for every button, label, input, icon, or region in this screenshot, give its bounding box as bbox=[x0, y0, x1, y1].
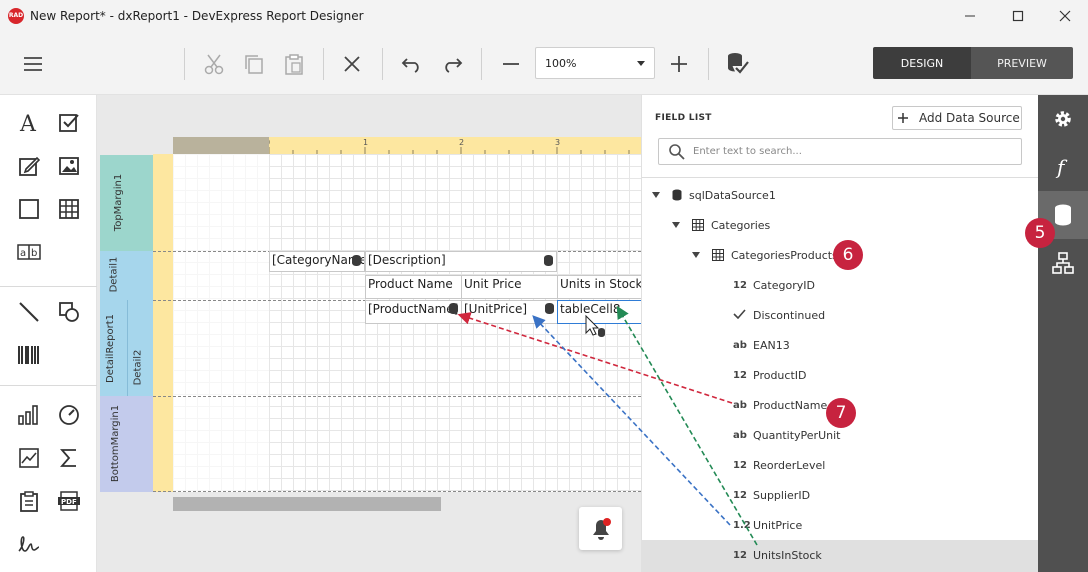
arrow-units-in-stock bbox=[616, 305, 758, 546]
drag-arrows-overlay bbox=[457, 305, 758, 546]
arrow-unit-price bbox=[532, 315, 731, 526]
mouse-cursor-icon bbox=[585, 314, 600, 336]
